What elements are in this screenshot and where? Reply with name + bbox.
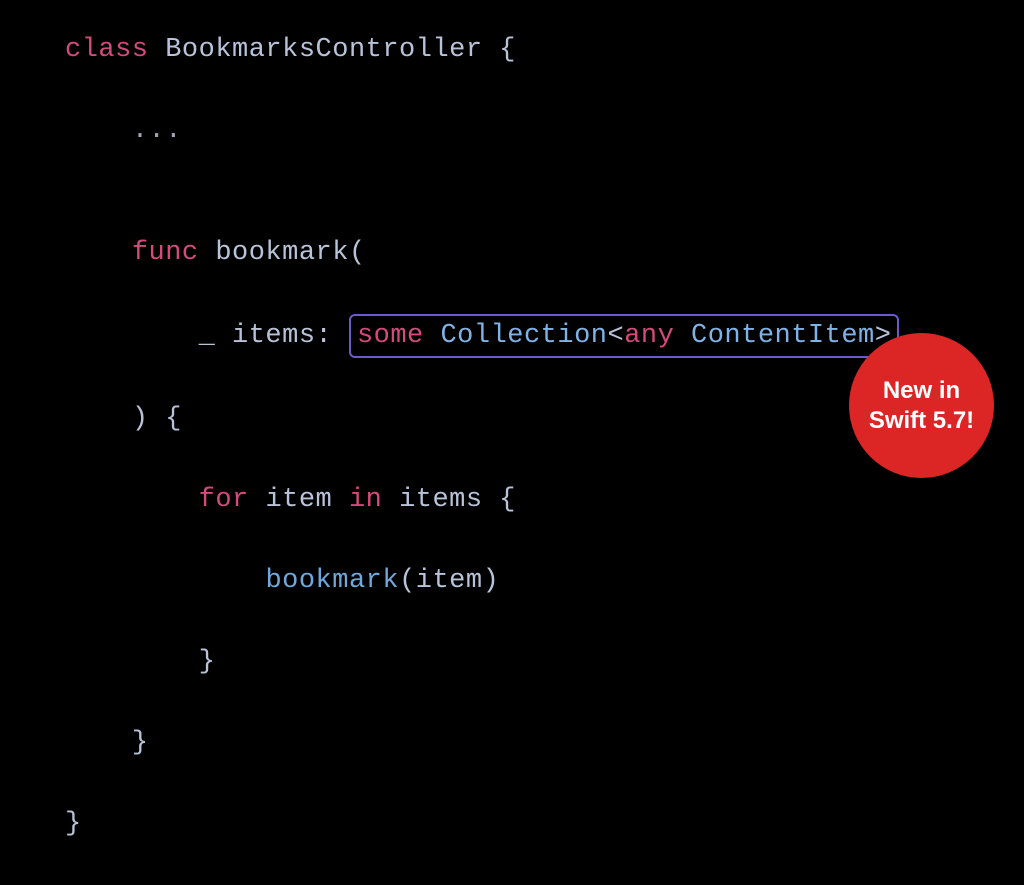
brace-close: } [132, 728, 149, 758]
item-var: item [265, 485, 332, 515]
highlighted-type-box: some Collection<any ContentItem> [349, 314, 900, 359]
items-var: items [399, 485, 483, 515]
ellipsis: ... [132, 116, 182, 146]
func-call: bookmark [265, 566, 399, 596]
keyword-some: some [357, 321, 424, 351]
new-feature-badge: New in Swift 5.7! [849, 333, 994, 478]
param-prefix: _ items: [199, 321, 349, 351]
type-collection: Collection [440, 321, 607, 351]
class-name: BookmarksController [165, 35, 482, 65]
brace: { [499, 485, 516, 515]
paren-close-brace: ) { [132, 404, 182, 434]
keyword-any: any [624, 321, 674, 351]
badge-line1: New in [883, 376, 960, 406]
keyword-in: in [349, 485, 382, 515]
badge-line2: Swift 5.7! [869, 406, 974, 436]
code-block: class BookmarksController { ... func boo… [65, 30, 959, 885]
angle-open: < [608, 321, 625, 351]
type-contentitem: ContentItem [691, 321, 875, 351]
keyword-class: class [65, 35, 149, 65]
keyword-func: func [132, 238, 199, 268]
brace: { [499, 35, 516, 65]
func-name: bookmark [215, 238, 349, 268]
paren-open: ( [349, 238, 366, 268]
keyword-for: for [199, 485, 249, 515]
brace-close: } [199, 647, 216, 677]
call-args: (item) [399, 566, 499, 596]
brace-close: } [65, 809, 82, 839]
